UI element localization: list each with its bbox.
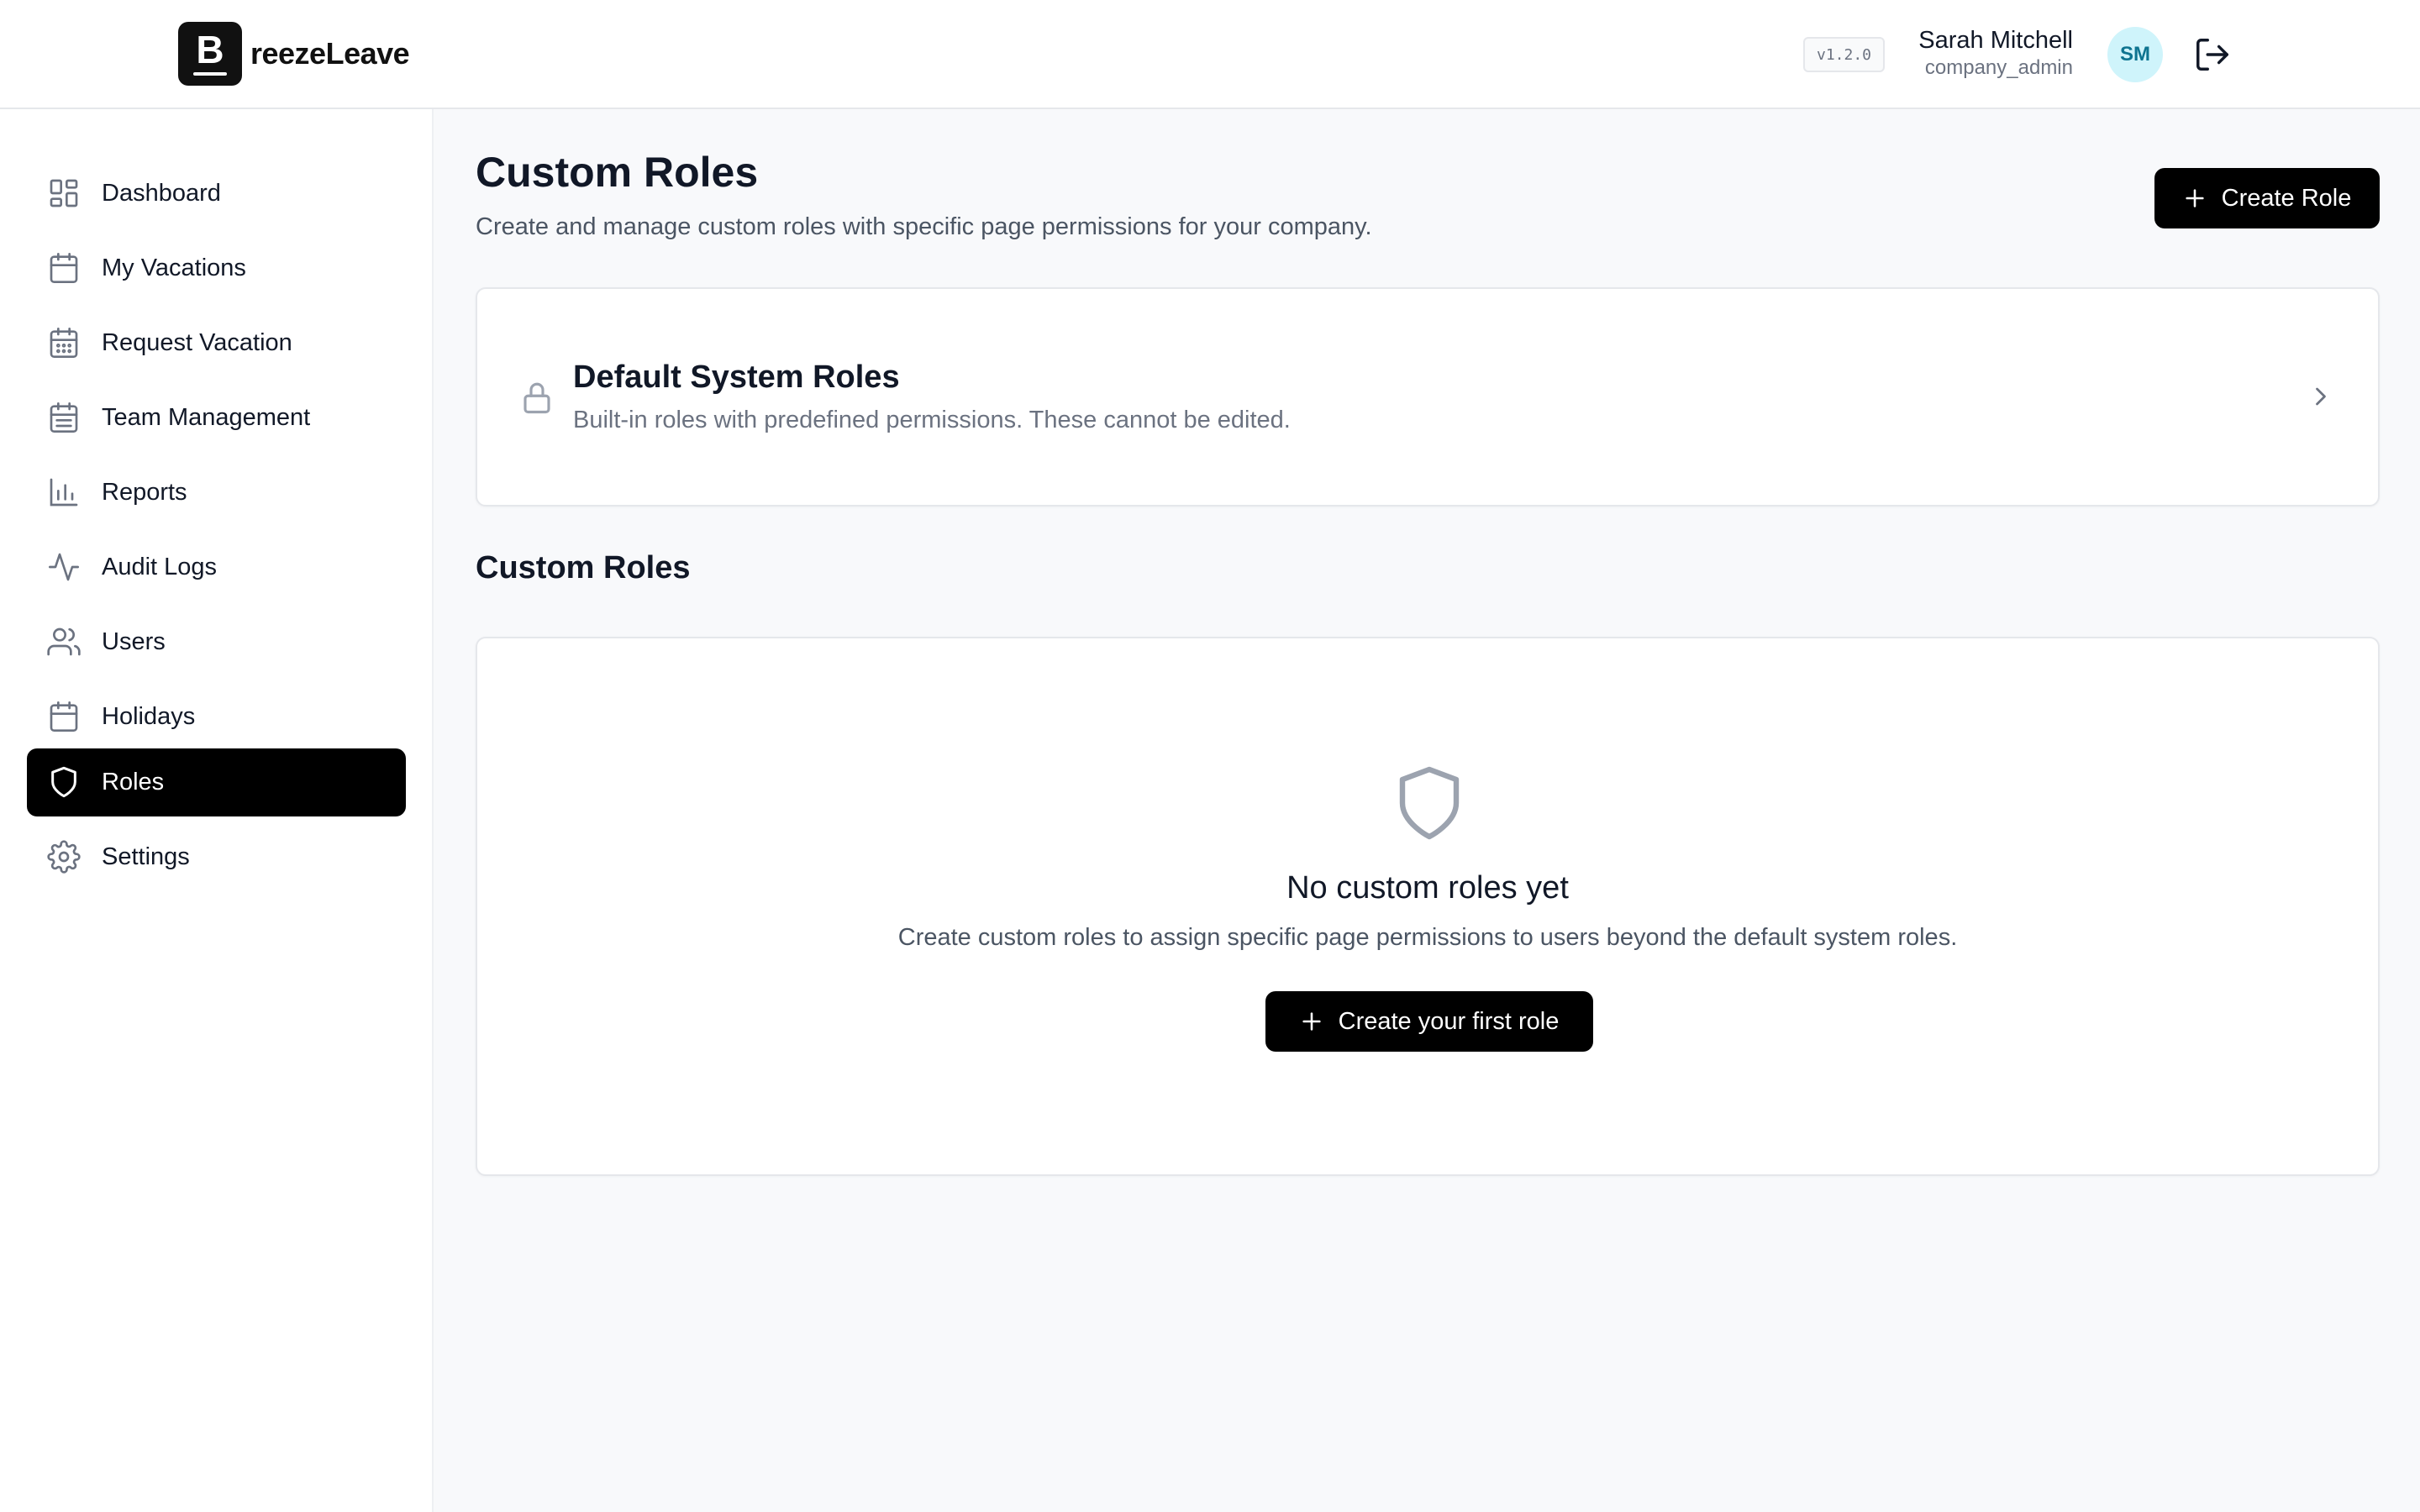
calendar-icon <box>50 253 78 283</box>
create-first-role-label: Create your first role <box>1338 1007 1560 1035</box>
sidebar-item-label: Request Vacation <box>102 329 292 356</box>
sidebar-item-request-vacation[interactable]: Request Vacation <box>27 309 406 377</box>
system-roles-title: Default System Roles <box>573 360 900 395</box>
default-system-roles-card[interactable]: Default System Roles Built-in roles with… <box>476 287 2380 507</box>
page-subtitle: Create and manage custom roles with spec… <box>476 213 1372 240</box>
user-role: company_admin <box>1924 56 2073 79</box>
sidebar-item-users[interactable]: Users <box>27 608 406 676</box>
sidebar-item-label: Users <box>102 628 166 655</box>
activity-icon <box>49 553 79 581</box>
sidebar-item-label: Settings <box>102 843 190 870</box>
shield-icon <box>51 766 76 798</box>
page-title: Custom Roles <box>476 149 759 196</box>
sidebar-item-label: Dashboard <box>102 180 221 207</box>
sidebar-item-label: Holidays <box>102 703 196 730</box>
empty-state-title: No custom roles yet <box>1286 870 1569 906</box>
system-roles-description: Built-in roles with predefined permissio… <box>573 407 1291 433</box>
custom-roles-section-title: Custom Roles <box>476 550 691 585</box>
logo-letter: B <box>196 28 224 71</box>
logo-mark: B <box>178 22 242 86</box>
sidebar-item-team-management[interactable]: Team Management <box>27 384 406 452</box>
create-role-label: Create Role <box>2221 184 2352 212</box>
create-role-button[interactable]: Create Role <box>2154 168 2380 228</box>
app-logo[interactable]: B reezeLeave <box>178 22 410 86</box>
top-bar: B reezeLeave v1.2.0 Sarah Mitchell compa… <box>0 0 2420 109</box>
sidebar-item-holidays[interactable]: Holidays <box>27 683 406 751</box>
sidebar-item-label: Audit Logs <box>102 554 218 580</box>
avatar[interactable]: SM <box>2107 27 2163 82</box>
sidebar-item-my-vacations[interactable]: My Vacations <box>27 234 406 302</box>
sidebar-item-dashboard[interactable]: Dashboard <box>27 160 406 228</box>
sidebar-item-roles[interactable]: Roles <box>27 748 406 816</box>
users-icon <box>47 627 81 656</box>
version-badge: v1.2.0 <box>1803 37 1886 72</box>
lock-icon <box>523 382 550 414</box>
custom-roles-empty-state: No custom roles yet Create custom roles … <box>476 637 2380 1176</box>
sidebar-item-label: Roles <box>102 769 165 795</box>
calendar-icon <box>50 701 78 732</box>
sidebar-item-reports[interactable]: Reports <box>27 459 406 527</box>
sidebar-item-label: Team Management <box>102 404 311 431</box>
calendar-list-icon <box>50 402 78 433</box>
logout-button[interactable] <box>2193 35 2232 74</box>
calendar-grid-icon <box>50 328 78 358</box>
sidebar-item-label: My Vacations <box>102 255 246 281</box>
logo-text: reezeLeave <box>250 36 410 71</box>
gear-icon <box>47 840 81 874</box>
user-info: Sarah Mitchell company_admin <box>1918 25 2073 81</box>
sidebar-item-label: Reports <box>102 479 187 506</box>
sidebar-item-settings[interactable]: Settings <box>27 823 406 891</box>
chevron-right-icon <box>2316 387 2326 406</box>
create-first-role-button[interactable]: Create your first role <box>1265 991 1593 1052</box>
shield-icon <box>1399 766 1460 840</box>
bar-chart-icon <box>50 478 78 507</box>
user-name: Sarah Mitchell <box>1918 27 2073 54</box>
empty-state-description: Create custom roles to assign specific p… <box>897 924 1958 951</box>
sidebar-item-audit-logs[interactable]: Audit Logs <box>27 533 406 601</box>
plus-icon <box>1302 1012 1321 1031</box>
logout-icon <box>2196 39 2228 71</box>
dashboard-icon <box>50 179 78 207</box>
sidebar: Dashboard My Vacations Request Vacation … <box>0 109 434 1512</box>
plus-icon <box>2186 189 2204 207</box>
